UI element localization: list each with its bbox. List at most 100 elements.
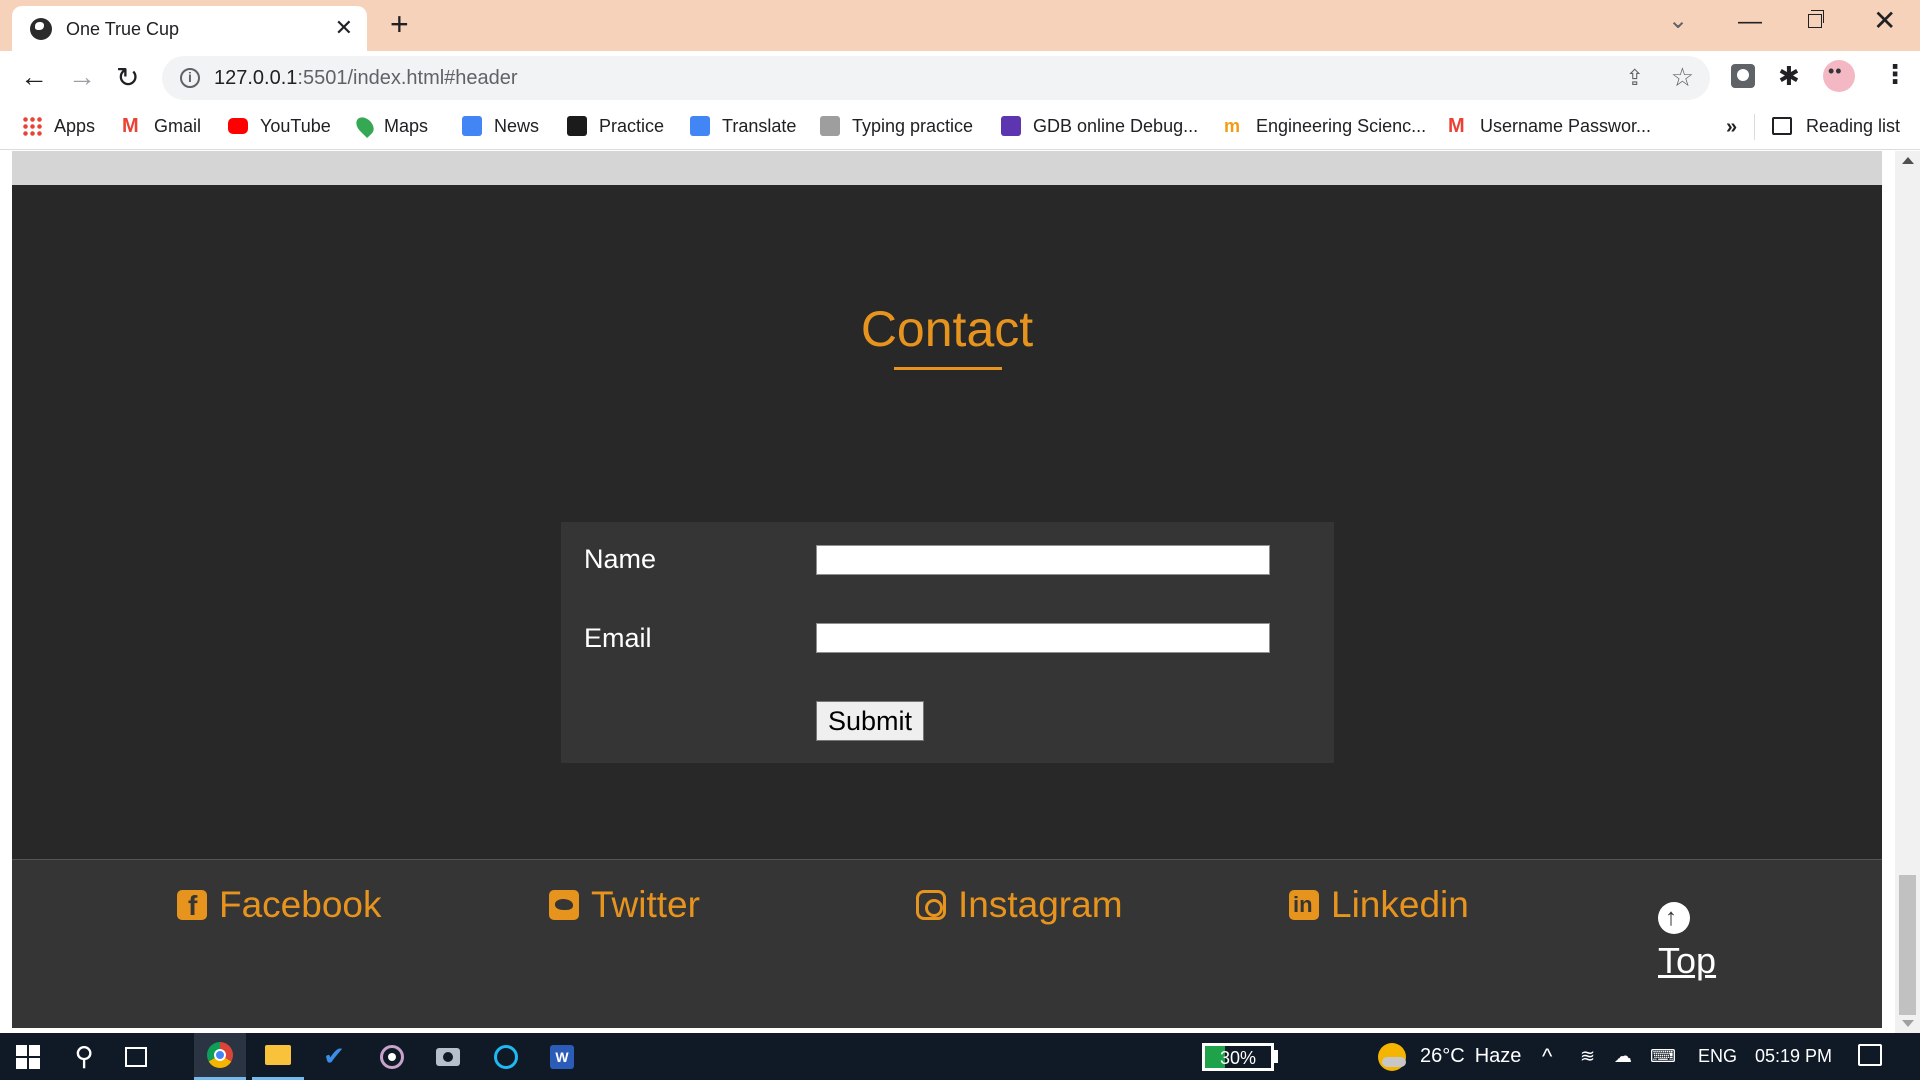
reload-icon[interactable]: ↻ xyxy=(116,61,139,94)
footer: Facebook Twitter Instagram Linkedin Top xyxy=(12,859,1882,1028)
contact-form: Name Email Submit xyxy=(561,522,1334,763)
submit-button[interactable]: Submit xyxy=(816,701,924,741)
todo-taskbar-app[interactable]: ✔ xyxy=(312,1033,356,1080)
bookmark-translate[interactable]: Translate xyxy=(690,114,796,138)
restore-button[interactable] xyxy=(1808,10,1824,28)
weather-widget[interactable]: 26°C Haze xyxy=(1378,1033,1521,1080)
twitter-icon xyxy=(549,890,579,920)
chrome-icon xyxy=(207,1042,233,1068)
scroll-down-arrow-icon[interactable] xyxy=(1902,1020,1914,1027)
twitter-link[interactable]: Twitter xyxy=(549,884,700,926)
bookmark-engineering[interactable]: m Engineering Scienc... xyxy=(1224,114,1426,138)
url-text[interactable]: 127.0.0.1:5501/index.html#header xyxy=(214,67,518,90)
battery-indicator[interactable]: 30% xyxy=(1202,1043,1274,1071)
taskbar-search-icon[interactable]: ⚲ xyxy=(62,1033,106,1080)
windows-taskbar: ⚲ ✔ W 30% 26°C Haze ^ ≋ ☁ ⌨ ENG 05:19 PM xyxy=(0,1033,1920,1080)
share-icon[interactable]: ⇪ xyxy=(1626,65,1644,91)
section-divider xyxy=(12,151,1882,185)
cortana-icon xyxy=(494,1044,518,1069)
bookmark-gdb[interactable]: GDB online Debug... xyxy=(1001,114,1198,138)
bookmarks-overflow-button[interactable]: » xyxy=(1726,116,1737,139)
media-player-icon xyxy=(380,1044,404,1069)
bookmark-youtube[interactable]: YouTube xyxy=(228,114,331,138)
linkedin-icon xyxy=(1289,890,1319,920)
onedrive-cloud-icon[interactable]: ☁ xyxy=(1614,1033,1632,1080)
maps-pin-icon xyxy=(352,113,378,139)
forward-arrow-icon[interactable]: → xyxy=(68,61,96,93)
facebook-link[interactable]: Facebook xyxy=(177,884,382,926)
scroll-thumb[interactable] xyxy=(1899,875,1916,1015)
profile-avatar[interactable] xyxy=(1823,60,1855,92)
bookmarks-bar: Apps M Gmail YouTube Maps News Practice … xyxy=(0,104,1920,150)
minimize-button[interactable]: — xyxy=(1738,8,1762,36)
extension-icon[interactable] xyxy=(1731,64,1755,88)
browser-menu-icon[interactable]: ⋮ xyxy=(1882,59,1908,90)
contact-heading: Contact xyxy=(860,301,1034,357)
new-tab-button[interactable]: + xyxy=(390,6,409,43)
bookmark-maps[interactable]: Maps xyxy=(352,113,428,139)
browser-toolbar: ← → ↻ 127.0.0.1:5501/index.html#header ⇪… xyxy=(0,51,1920,104)
google-news-icon xyxy=(462,116,482,136)
typing-icon xyxy=(820,116,840,136)
bookmark-username-password[interactable]: M Username Passwor... xyxy=(1448,114,1651,138)
reading-list-button[interactable]: Reading list xyxy=(1772,114,1900,138)
address-bar[interactable]: 127.0.0.1:5501/index.html#header ⇪ ☆ xyxy=(162,56,1710,100)
gmail-icon: M xyxy=(1448,115,1465,137)
bookmark-apps[interactable]: Apps xyxy=(22,114,95,138)
instagram-icon xyxy=(916,890,946,920)
hackerrank-icon xyxy=(567,116,587,136)
notification-center-icon[interactable] xyxy=(1858,1044,1882,1066)
bookmark-news[interactable]: News xyxy=(462,114,539,138)
back-to-top-link[interactable]: Top xyxy=(1658,902,1728,982)
camera-taskbar-app[interactable] xyxy=(426,1033,470,1080)
bookmarks-divider xyxy=(1754,114,1755,140)
youtube-icon xyxy=(228,118,248,134)
task-view-icon xyxy=(125,1046,147,1067)
word-icon: W xyxy=(550,1044,574,1069)
tab-close-icon[interactable]: ✕ xyxy=(335,15,353,41)
battery-percent: 30% xyxy=(1219,1048,1257,1068)
contact-section: Contact Name Email Submit xyxy=(12,185,1882,859)
word-taskbar-app[interactable]: W xyxy=(540,1033,584,1080)
gdb-icon xyxy=(1001,116,1021,136)
page-scrollbar[interactable] xyxy=(1895,151,1920,1033)
start-button[interactable] xyxy=(10,1033,46,1080)
gmail-icon: M xyxy=(122,115,139,137)
email-input[interactable] xyxy=(816,623,1270,653)
globe-icon xyxy=(30,18,52,40)
browser-tab[interactable]: One True Cup ✕ xyxy=(12,6,367,51)
keyboard-icon[interactable]: ⌨ xyxy=(1650,1033,1676,1080)
bookmark-gmail[interactable]: M Gmail xyxy=(122,114,201,138)
folder-icon xyxy=(265,1045,291,1065)
scroll-up-arrow-icon[interactable] xyxy=(1902,157,1914,164)
back-arrow-icon[interactable]: ← xyxy=(20,61,48,93)
clock[interactable]: 05:19 PM xyxy=(1755,1033,1832,1080)
file-explorer-taskbar-app[interactable] xyxy=(252,1033,304,1080)
translate-icon xyxy=(690,116,710,136)
tab-search-chevron-icon[interactable]: ⌄ xyxy=(1668,6,1688,35)
weather-haze-icon xyxy=(1378,1042,1406,1071)
site-info-icon[interactable] xyxy=(180,68,200,88)
window-close-button[interactable]: ✕ xyxy=(1873,4,1896,37)
extensions-puzzle-icon[interactable]: ✱ xyxy=(1778,61,1800,92)
instagram-link[interactable]: Instagram xyxy=(916,884,1123,926)
show-hidden-icons-chevron[interactable]: ^ xyxy=(1542,1033,1552,1080)
bookmark-typing-practice[interactable]: Typing practice xyxy=(820,114,973,138)
linkedin-link[interactable]: Linkedin xyxy=(1289,884,1469,926)
windows-logo-icon xyxy=(16,1044,40,1069)
media-player-taskbar-app[interactable] xyxy=(370,1033,414,1080)
task-view-button[interactable] xyxy=(114,1033,158,1080)
name-input[interactable] xyxy=(816,545,1270,575)
facebook-icon xyxy=(177,890,207,922)
wifi-icon[interactable]: ≋ xyxy=(1580,1033,1595,1080)
page-viewport: Contact Name Email Submit Facebook Twitt… xyxy=(0,151,1920,1033)
language-indicator[interactable]: ENG xyxy=(1698,1033,1737,1080)
bookmark-star-icon[interactable]: ☆ xyxy=(1671,62,1694,93)
reading-list-icon xyxy=(1772,117,1792,135)
camera-icon xyxy=(436,1047,460,1066)
bookmark-practice[interactable]: Practice xyxy=(567,114,664,138)
arrow-up-circle-icon xyxy=(1658,902,1690,934)
chrome-taskbar-app[interactable] xyxy=(194,1033,246,1080)
cortana-taskbar-app[interactable] xyxy=(484,1033,528,1080)
heading-underline xyxy=(894,367,1002,370)
